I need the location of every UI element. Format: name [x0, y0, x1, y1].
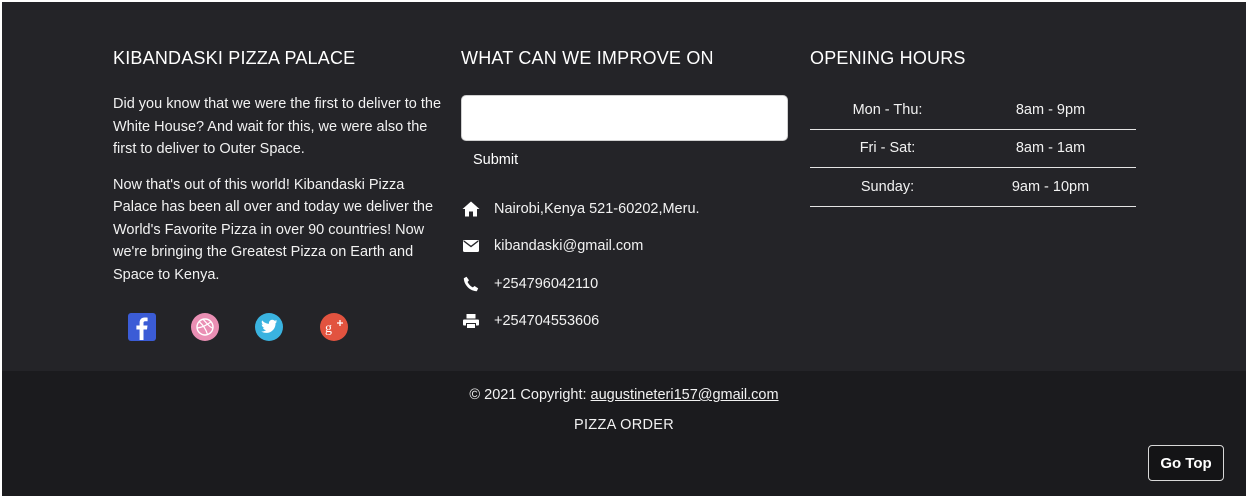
- fax-text: +254704553606: [494, 313, 600, 329]
- printer-icon: [462, 312, 480, 330]
- about-title: KIBANDASKI PIZZA PALACE: [113, 48, 356, 68]
- hours-row: Sunday: 9am - 10pm: [810, 168, 1136, 207]
- hours-time: 9am - 10pm: [1011, 178, 1090, 195]
- dribbble-icon[interactable]: [191, 313, 219, 341]
- envelope-icon: [462, 237, 480, 255]
- brand-text: PIZZA ORDER: [574, 417, 674, 433]
- hours-row: Fri - Sat: 8am - 1am: [810, 130, 1136, 168]
- submit-button[interactable]: Submit: [463, 148, 528, 172]
- about-paragraph-1: Did you know that we were the first to d…: [113, 96, 442, 157]
- phone-text: +254796042110: [494, 276, 599, 292]
- go-top-button[interactable]: Go Top: [1148, 445, 1224, 481]
- copyright-line: © 2021 Copyright: augustineteri157@gmail…: [2, 387, 1246, 403]
- feedback-title: WHAT CAN WE IMPROVE ON: [461, 48, 714, 68]
- hours-day: Mon - Thu:: [852, 101, 923, 118]
- hours-day: Sunday:: [860, 178, 915, 195]
- hours-title: OPENING HOURS: [810, 48, 966, 68]
- contact-email: kibandaski@gmail.com: [462, 235, 643, 257]
- facebook-icon[interactable]: [128, 313, 156, 341]
- hours-day: Fri - Sat:: [859, 140, 916, 157]
- google-plus-icon[interactable]: g: [320, 313, 348, 341]
- about-text: Did you know that we were the first to d…: [113, 93, 443, 299]
- hours-time: 8am - 9pm: [1015, 101, 1086, 118]
- copyright-email-link[interactable]: augustineteri157@gmail.com: [591, 387, 779, 403]
- contact-phone: +254796042110: [462, 273, 598, 295]
- feedback-input[interactable]: [461, 95, 788, 141]
- hours-table: Mon - Thu: 8am - 9pm Fri - Sat: 8am - 1a…: [810, 91, 1136, 207]
- email-text: kibandaski@gmail.com: [494, 238, 644, 254]
- address-text: Nairobi,Kenya 521-60202,Meru.: [494, 201, 700, 217]
- contact-address: Nairobi,Kenya 521-60202,Meru.: [462, 198, 700, 220]
- hours-time: 8am - 1am: [1015, 140, 1086, 157]
- contact-fax: +254704553606: [462, 310, 599, 332]
- about-paragraph-2: Now that's out of this world! Kibandaski…: [113, 176, 434, 283]
- phone-icon: [462, 275, 480, 293]
- svg-text:g: g: [325, 321, 332, 335]
- twitter-icon[interactable]: [255, 313, 283, 341]
- footer-section: KIBANDASKI PIZZA PALACE Did you know tha…: [2, 2, 1246, 496]
- copyright-text: © 2021 Copyright:: [469, 387, 591, 403]
- home-icon: [462, 200, 480, 218]
- hours-row: Mon - Thu: 8am - 9pm: [810, 91, 1136, 130]
